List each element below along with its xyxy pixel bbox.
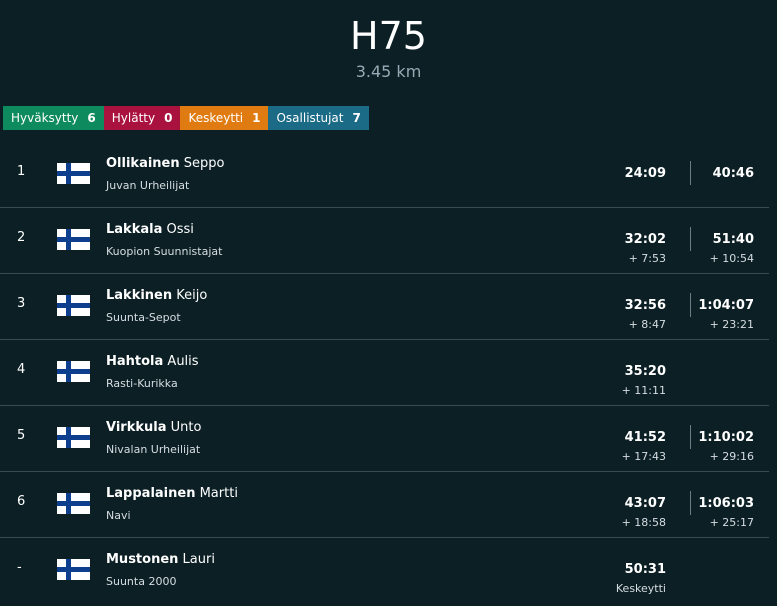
result-time-secondary: 1:04:07	[698, 298, 754, 313]
column-divider	[690, 491, 691, 515]
club-name: Navi	[106, 509, 131, 522]
stat-label: Hylätty	[111, 111, 156, 125]
first-name: Seppo	[183, 156, 225, 171]
club-name: Rasti-Kurikka	[106, 377, 178, 390]
result-row[interactable]: 1 Ollikainen Seppo Juvan Urheilijat 24:0…	[0, 142, 769, 208]
time-behind: + 18:58	[621, 516, 666, 529]
rank: 5	[17, 428, 26, 443]
last-name: Mustonen	[106, 552, 179, 567]
result-time-secondary: 1:10:02	[698, 430, 754, 445]
result-row[interactable]: 6 Lappalainen Martti Navi 43:07 + 18:58 …	[0, 472, 769, 538]
result-time: 35:20	[624, 364, 666, 379]
finland-flag-icon	[57, 163, 90, 184]
result-time: 41:52	[624, 430, 666, 445]
last-name: Lakkinen	[106, 288, 173, 303]
finland-flag-icon	[57, 493, 90, 514]
rank: 2	[17, 230, 26, 245]
result-time: 43:07	[624, 496, 666, 511]
club-name: Suunta 2000	[106, 575, 177, 588]
result-time-secondary: 51:40	[712, 232, 754, 247]
result-time: 24:09	[624, 166, 666, 181]
first-name: Martti	[199, 486, 238, 501]
stat-label: Osallistujat	[276, 111, 344, 125]
club-name: Nivalan Urheilijat	[106, 443, 201, 456]
first-name: Ossi	[166, 222, 194, 237]
first-name: Lauri	[182, 552, 215, 567]
time-behind: + 17:43	[621, 450, 666, 463]
last-name: Virkkula	[106, 420, 167, 435]
stat-label: Hyväksytty	[11, 111, 79, 125]
status-summary: Hyväksytty 6 Hylätty 0 Keskeytti 1 Osall…	[3, 106, 369, 130]
runner-name[interactable]: Lakkinen Keijo	[106, 288, 207, 303]
runner-name[interactable]: Ollikainen Seppo	[106, 156, 224, 171]
rank: 1	[17, 164, 26, 179]
runner-name[interactable]: Mustonen Lauri	[106, 552, 215, 567]
club-name: Suunta-Sepot	[106, 311, 181, 324]
stat-did-not-finish[interactable]: Keskeytti 1	[180, 106, 269, 130]
runner-name[interactable]: Lakkala Ossi	[106, 222, 194, 237]
class-title: H75	[350, 14, 427, 58]
rank: 3	[17, 296, 26, 311]
result-row[interactable]: 4 Hahtola Aulis Rasti-Kurikka 35:20 + 11…	[0, 340, 769, 406]
time-behind: Keskeytti	[615, 582, 666, 595]
first-name: Keijo	[176, 288, 208, 303]
finland-flag-icon	[57, 427, 90, 448]
runner-name[interactable]: Hahtola Aulis	[106, 354, 199, 369]
finland-flag-icon	[57, 361, 90, 382]
finland-flag-icon	[57, 559, 90, 580]
last-name: Lakkala	[106, 222, 163, 237]
last-name: Lappalainen	[106, 486, 196, 501]
result-time: 32:02	[624, 232, 666, 247]
finland-flag-icon	[57, 295, 90, 316]
last-name: Hahtola	[106, 354, 164, 369]
club-name: Kuopion Suunnistajat	[106, 245, 223, 258]
result-time: 32:56	[624, 298, 666, 313]
last-name: Ollikainen	[106, 156, 180, 171]
time-behind-secondary: + 10:54	[709, 252, 754, 265]
stat-label: Keskeytti	[188, 111, 244, 125]
column-divider	[690, 161, 691, 185]
result-time: 50:31	[624, 562, 666, 577]
time-behind: + 7:53	[628, 252, 666, 265]
column-divider	[690, 293, 691, 317]
result-time-secondary: 40:46	[712, 166, 754, 181]
club-name: Juvan Urheilijat	[106, 179, 190, 192]
class-header: H75 3.45 km	[0, 0, 777, 92]
results-list: 1 Ollikainen Seppo Juvan Urheilijat 24:0…	[0, 142, 769, 603]
stat-participants[interactable]: Osallistujat 7	[268, 106, 369, 130]
column-divider	[690, 425, 691, 449]
stat-disqualified[interactable]: Hylätty 0	[103, 106, 181, 130]
result-time-secondary: 1:06:03	[698, 496, 754, 511]
stat-count: 6	[87, 111, 96, 125]
stat-count: 0	[164, 111, 173, 125]
time-behind-secondary: + 29:16	[709, 450, 754, 463]
rank: 6	[17, 494, 26, 509]
time-behind-secondary: + 23:21	[709, 318, 754, 331]
result-row[interactable]: 5 Virkkula Unto Nivalan Urheilijat 41:52…	[0, 406, 769, 472]
result-row[interactable]: 3 Lakkinen Keijo Suunta-Sepot 32:56 + 8:…	[0, 274, 769, 340]
runner-name[interactable]: Virkkula Unto	[106, 420, 201, 435]
stat-accepted[interactable]: Hyväksytty 6	[3, 106, 104, 130]
result-row[interactable]: 2 Lakkala Ossi Kuopion Suunnistajat 32:0…	[0, 208, 769, 274]
result-row[interactable]: - Mustonen Lauri Suunta 2000 50:31 Keske…	[0, 538, 769, 603]
first-name: Aulis	[167, 354, 199, 369]
finland-flag-icon	[57, 229, 90, 250]
time-behind: + 8:47	[628, 318, 666, 331]
column-divider	[690, 227, 691, 251]
rank: -	[17, 560, 22, 575]
stat-count: 7	[352, 111, 361, 125]
rank: 4	[17, 362, 26, 377]
stat-count: 1	[252, 111, 261, 125]
course-length: 3.45 km	[355, 62, 422, 81]
first-name: Unto	[170, 420, 202, 435]
time-behind-secondary: + 25:17	[709, 516, 754, 529]
time-behind: + 11:11	[621, 384, 666, 397]
runner-name[interactable]: Lappalainen Martti	[106, 486, 238, 501]
results-page: H75 3.45 km Hyväksytty 6 Hylätty 0 Keske…	[0, 0, 777, 606]
